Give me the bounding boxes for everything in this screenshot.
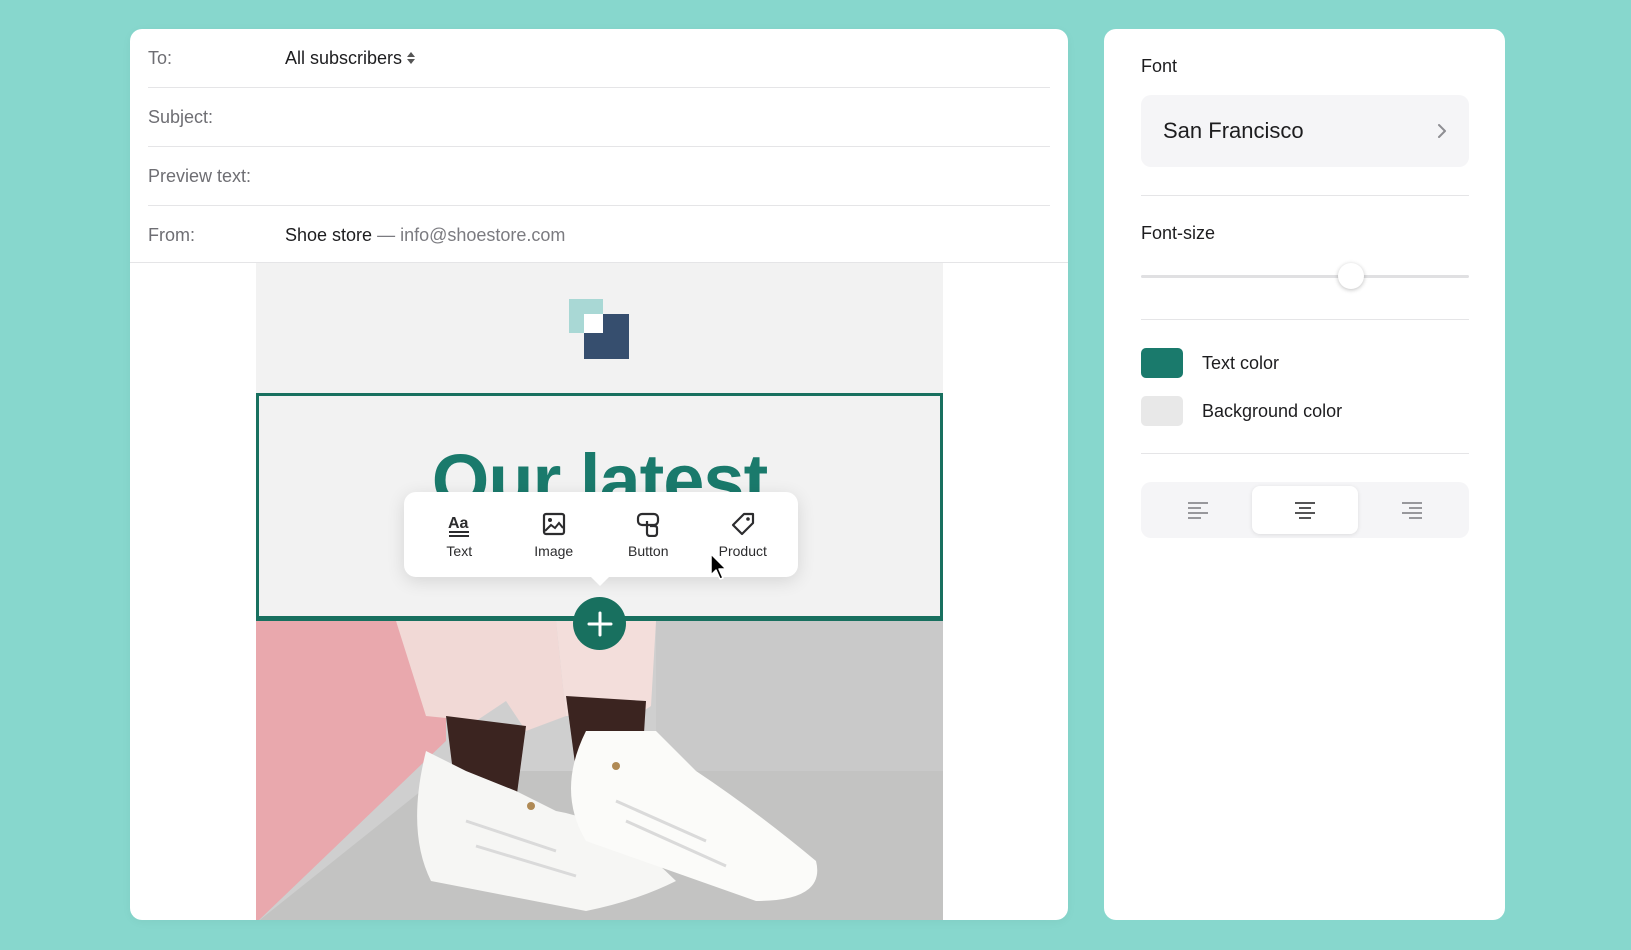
email-canvas: Our latest — [256, 263, 943, 920]
align-left-icon — [1188, 502, 1209, 519]
insert-text-label: Text — [446, 542, 473, 559]
slider-track — [1141, 275, 1469, 278]
font-size-slider[interactable] — [1141, 261, 1469, 291]
font-label: Font — [1141, 56, 1178, 76]
brand-logo[interactable] — [569, 299, 629, 359]
button-tap-icon — [637, 512, 660, 537]
to-row: To: All subscribers — [148, 29, 1050, 88]
background-color-row[interactable]: Background color — [1141, 395, 1342, 427]
chevron-right-icon — [1438, 124, 1446, 138]
mouse-cursor-icon — [710, 553, 727, 580]
preview-text-row[interactable]: Preview text: — [148, 147, 1050, 206]
add-block-button[interactable] — [573, 597, 626, 650]
svg-text:Aa: Aa — [448, 515, 469, 532]
background-color-swatch[interactable] — [1141, 396, 1183, 426]
from-row[interactable]: From: Shoe store — info@shoestore.com — [148, 206, 1050, 265]
preview-text-label: Preview text: — [148, 165, 252, 186]
subject-label: Subject: — [148, 106, 214, 127]
panel-divider — [1141, 195, 1469, 196]
insert-text-button[interactable]: Aa Text — [416, 511, 502, 559]
plus-icon — [587, 611, 612, 636]
from-name: Shoe store — [285, 225, 373, 245]
panel-divider — [1141, 453, 1469, 454]
from-email: info@shoestore.com — [400, 225, 566, 245]
to-label: To: — [148, 47, 173, 68]
insert-button-button[interactable]: Button — [605, 511, 691, 559]
panel-divider — [1141, 319, 1469, 320]
text-color-row[interactable]: Text color — [1141, 347, 1279, 379]
text-aa-icon: Aa — [448, 515, 470, 537]
text-alignment-control — [1141, 482, 1469, 538]
style-panel: Font San Francisco Font-size Text color … — [1104, 29, 1505, 920]
recipients-select[interactable]: All subscribers — [285, 47, 416, 69]
insert-product-button[interactable]: Product — [700, 511, 786, 559]
align-right-icon — [1401, 502, 1422, 519]
logo-square-gap — [584, 314, 603, 333]
insert-image-label: Image — [534, 542, 574, 559]
up-down-chevron-icon — [407, 51, 416, 65]
align-right-button[interactable] — [1358, 486, 1465, 534]
text-color-swatch[interactable] — [1141, 348, 1183, 378]
font-select[interactable]: San Francisco — [1141, 95, 1469, 167]
insert-button-label: Button — [628, 542, 669, 559]
background-color-label: Background color — [1202, 400, 1343, 421]
email-editor: To: All subscribers Subject: Preview tex… — [130, 29, 1068, 920]
recipients-value: All subscribers — [285, 47, 403, 68]
from-separator: — — [372, 225, 401, 245]
from-value[interactable]: Shoe store — info@shoestore.com — [285, 225, 565, 246]
font-value: San Francisco — [1163, 118, 1304, 143]
align-left-button[interactable] — [1145, 486, 1252, 534]
insert-image-button[interactable]: Image — [511, 511, 597, 559]
text-color-label: Text color — [1202, 352, 1280, 373]
font-size-label: Font-size — [1141, 223, 1216, 243]
shoes-photo-illustration — [256, 621, 943, 920]
align-center-button[interactable] — [1251, 486, 1359, 534]
shoes-photo[interactable] — [256, 621, 943, 920]
from-label: From: — [148, 225, 195, 245]
tag-icon — [731, 512, 754, 535]
insert-block-popover: Aa Text Image Button Product — [404, 492, 798, 586]
image-icon — [542, 512, 565, 535]
align-center-icon — [1295, 502, 1315, 519]
subject-row[interactable]: Subject: — [148, 88, 1050, 147]
slider-thumb[interactable] — [1337, 263, 1364, 289]
